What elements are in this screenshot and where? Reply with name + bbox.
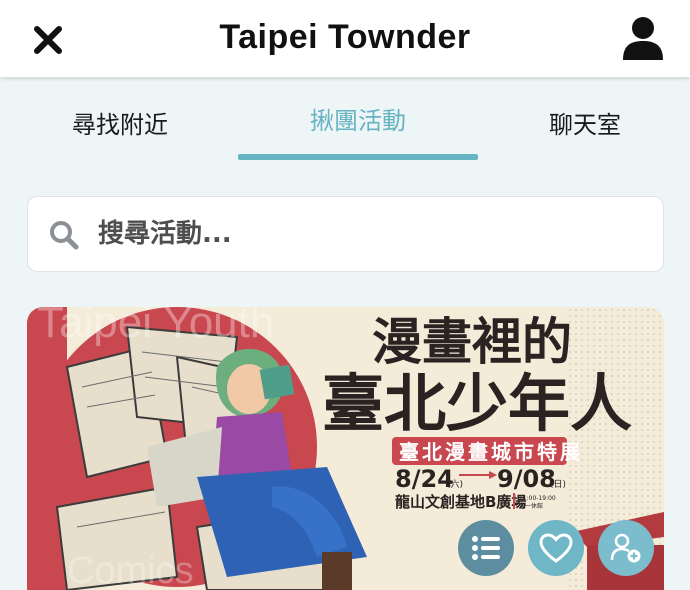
favorite-button[interactable]: [528, 520, 584, 576]
banner-title-line2: 臺北少年人: [322, 367, 632, 440]
banner-title-line1: 漫畫裡的: [372, 313, 572, 371]
join-button[interactable]: [598, 520, 654, 576]
search-icon: [50, 221, 79, 250]
active-tab-indicator: [238, 154, 478, 160]
tab-chatroom[interactable]: 聊天室: [515, 105, 655, 140]
tab-group-events[interactable]: 揪團活動: [238, 101, 478, 136]
search-input[interactable]: [98, 211, 638, 257]
search-box[interactable]: [27, 196, 664, 272]
banner-date-start: 8/24: [395, 465, 454, 493]
banner-weekday-start: (六): [447, 478, 463, 490]
top-bar: Taipei Townder: [0, 0, 690, 77]
banner-watermark-top: Taipei Youth: [37, 307, 274, 347]
app-title: Taipei Townder: [219, 18, 471, 56]
banner-subtitle: 臺北漫畫城市特展: [399, 440, 583, 464]
heart-icon: [539, 533, 573, 563]
banner-closed-note: 週一休館: [519, 502, 543, 510]
banner-venue: 龍山文創基地B廣場: [395, 493, 526, 511]
user-icon: [623, 17, 663, 60]
banner-date-end: 9/08: [497, 465, 556, 493]
tab-bar: 尋找附近 揪團活動 聊天室: [0, 77, 690, 163]
profile-button[interactable]: [620, 16, 666, 62]
banner-watermark-bottom: Comics: [67, 550, 194, 590]
banner-weekday-end: (日): [550, 479, 566, 490]
banner-hours: 11:00-19:00: [519, 495, 556, 502]
user-plus-icon: [610, 533, 641, 563]
list-button[interactable]: [458, 520, 514, 576]
list-icon: [472, 536, 500, 560]
tab-nearby[interactable]: 尋找附近: [40, 105, 200, 140]
